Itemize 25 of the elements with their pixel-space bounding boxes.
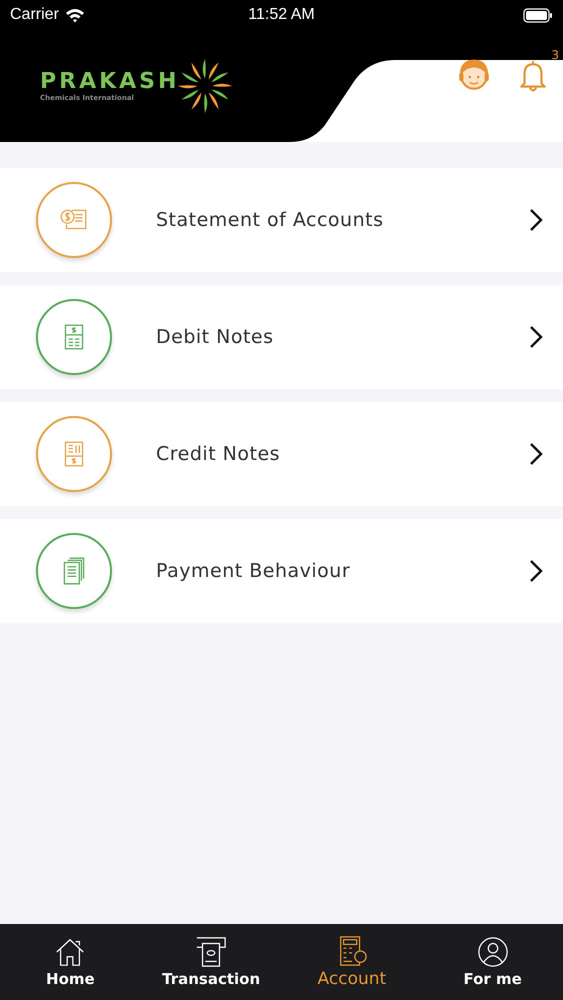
- user-icon: [476, 936, 509, 968]
- menu-item-label: Statement of Accounts: [156, 209, 384, 231]
- menu-item[interactable]: Statement of Accounts: [0, 168, 563, 272]
- menu-item-label: Credit Notes: [156, 443, 282, 465]
- chevron-right-icon: [529, 208, 543, 232]
- tab[interactable]: Account: [282, 924, 422, 1000]
- brand-name: PRAKASH: [40, 70, 180, 94]
- chevron-right-icon: [529, 442, 543, 466]
- cash-machine-icon: [195, 936, 228, 968]
- house-icon: [54, 936, 86, 968]
- tab[interactable]: Transaction: [140, 924, 282, 1000]
- carrier-name: Carrier: [10, 6, 59, 24]
- battery-icon: [523, 8, 553, 22]
- status-time: 11:52 AM: [247, 6, 316, 24]
- tab[interactable]: For me: [422, 924, 563, 1000]
- wifi-icon: [64, 8, 85, 22]
- menu-item-label: Payment Behaviour: [156, 560, 352, 582]
- chevron-right-icon: [529, 559, 543, 583]
- chevron-right-icon: [529, 325, 543, 349]
- notification-count: 3: [551, 48, 559, 62]
- menu-item-label: Debit Notes: [156, 326, 275, 348]
- tab[interactable]: Home: [0, 924, 141, 1000]
- menu-item[interactable]: Debit Notes: [0, 285, 563, 389]
- menu-item[interactable]: Credit Notes: [0, 402, 563, 506]
- menu-item[interactable]: Payment Behaviour: [0, 519, 563, 623]
